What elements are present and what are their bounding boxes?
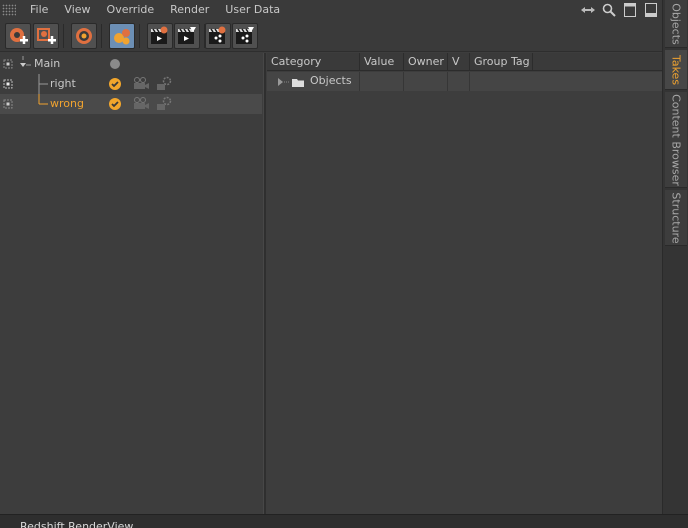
table-header: Category Value Owner V Group Tag [267, 53, 662, 71]
column-header-category[interactable]: Category [267, 53, 360, 71]
auto-take-icon [76, 28, 92, 44]
menu-user-data[interactable]: User Data [217, 0, 288, 20]
take-checkbox-icon[interactable] [3, 79, 13, 89]
column-header-value[interactable]: Value [360, 53, 404, 71]
tab-structure[interactable]: Structure [665, 190, 687, 246]
add-child-take-button[interactable] [33, 23, 59, 49]
clapper-share-icon [209, 26, 226, 44]
menu-override[interactable]: Override [99, 0, 163, 20]
menubar: File View Override Render User Data [0, 0, 662, 20]
camera-icon[interactable] [132, 97, 150, 111]
take-checkbox-icon[interactable] [3, 59, 13, 69]
toolbar [0, 20, 662, 52]
navigation-arrows-icon[interactable] [579, 1, 597, 19]
category-label: Objects [310, 74, 352, 87]
toolbar-separator [139, 24, 140, 48]
tab-objects[interactable]: Objects [665, 0, 687, 48]
take-label-right[interactable]: right [50, 77, 76, 90]
take-label-main[interactable]: Main [34, 57, 60, 70]
take-row-right[interactable]: right [0, 74, 262, 94]
render-take-button[interactable] [147, 23, 173, 49]
checkmark-icon[interactable] [109, 98, 121, 110]
add-child-take-icon [37, 28, 56, 44]
expand-arrow-icon[interactable] [277, 75, 309, 89]
panel-splitter[interactable] [263, 53, 266, 514]
table-row[interactable]: Objects [267, 72, 662, 91]
cell-divider [469, 72, 470, 91]
take-checkbox-icon[interactable] [3, 99, 13, 109]
panel-grip-icon[interactable] [2, 4, 16, 16]
layout-icon[interactable] [621, 1, 639, 19]
add-take-icon [10, 28, 28, 44]
menu-file[interactable]: File [22, 0, 56, 20]
cell-divider [403, 72, 404, 91]
override-groups-icon [114, 29, 130, 45]
toolbar-separator [63, 24, 64, 48]
clapper-share-all-icon [236, 27, 254, 44]
cell-divider [447, 72, 448, 91]
takes-tree: Main right wrong [0, 53, 262, 514]
cell-divider [359, 72, 360, 91]
render-settings-icon[interactable] [155, 96, 173, 112]
camera-icon[interactable] [132, 77, 150, 91]
menubar-tools [579, 0, 660, 20]
clapper-render-all-icon [178, 27, 196, 44]
tab-content-browser[interactable]: Content Browser [665, 92, 687, 188]
tree-connector-icon [38, 94, 48, 105]
expand-arrow-icon[interactable] [18, 56, 32, 72]
take-row-main[interactable]: Main [0, 54, 262, 74]
menu-view[interactable]: View [56, 0, 98, 20]
column-header-group-tag[interactable]: Group Tag [470, 53, 533, 71]
tree-connector-icon [38, 74, 48, 94]
take-label-wrong[interactable]: wrong [50, 97, 84, 110]
main-take-dot-icon[interactable] [110, 59, 120, 69]
bottom-panel-title[interactable]: Redshift RenderView [20, 520, 133, 528]
tab-takes[interactable]: Takes [665, 50, 687, 90]
toolbar-separator [101, 24, 102, 48]
auto-take-button[interactable] [71, 23, 97, 49]
share-all-takes-button[interactable] [232, 23, 258, 49]
search-icon[interactable] [600, 1, 618, 19]
add-take-button[interactable] [5, 23, 31, 49]
render-settings-icon[interactable] [155, 76, 173, 92]
share-take-button[interactable] [205, 23, 231, 49]
checkmark-icon[interactable] [109, 78, 121, 90]
overrides-table: Category Value Owner V Group Tag Objects [267, 53, 662, 514]
take-row-wrong[interactable]: wrong [0, 94, 262, 114]
clapper-render-icon [151, 26, 168, 44]
render-all-takes-button[interactable] [174, 23, 200, 49]
menu-render[interactable]: Render [162, 0, 217, 20]
bottom-panel-header: Redshift RenderView [0, 514, 688, 528]
column-header-owner[interactable]: Owner [404, 53, 448, 71]
column-header-v[interactable]: V [448, 53, 470, 71]
side-tab-strip: Objects Takes Content Browser Structure [662, 0, 688, 514]
override-groups-button[interactable] [109, 23, 135, 49]
new-panel-icon[interactable] [642, 1, 660, 19]
